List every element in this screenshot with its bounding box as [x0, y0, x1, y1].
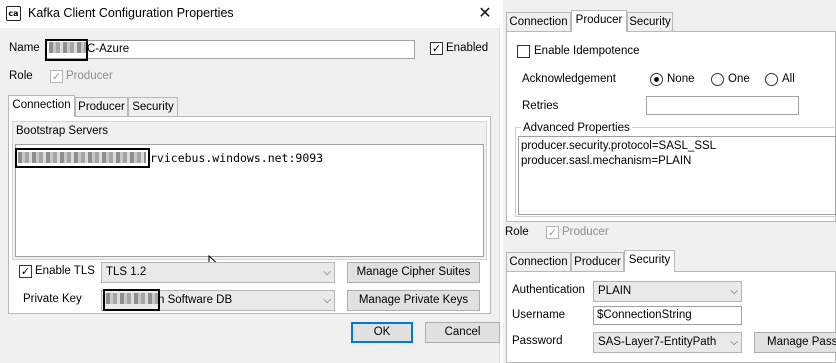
tab-connection[interactable]: Connection: [506, 12, 571, 32]
chevron-down-icon: ⌵: [323, 267, 331, 278]
password-select[interactable]: SAS-Layer7-EntityPath ⌵: [593, 332, 742, 353]
tab-producer[interactable]: Producer: [75, 97, 128, 117]
private-key-value: n Software DB: [158, 294, 233, 306]
enable-tls-label: Enable TLS: [35, 265, 95, 277]
enable-tls-checkbox[interactable]: ✓: [19, 265, 32, 278]
kafka-config-dialog: ca Kafka Client Configuration Properties…: [0, 0, 500, 363]
tls-version-select[interactable]: TLS 1.2 ⌵: [101, 262, 335, 283]
tab-security[interactable]: Security: [128, 97, 178, 117]
chevron-down-icon: ⌵: [730, 286, 738, 297]
tab-producer[interactable]: Producer: [571, 10, 627, 32]
tab-security[interactable]: Security: [627, 12, 673, 32]
tls-version-value: TLS 1.2: [106, 266, 147, 278]
auth-value: PLAIN: [598, 285, 632, 297]
tab-connection[interactable]: Connection: [506, 252, 571, 272]
idempotence-checkbox[interactable]: [517, 45, 530, 58]
name-value: C-Azure: [87, 43, 130, 55]
enabled-label: Enabled: [446, 42, 489, 54]
window-title: Kafka Client Configuration Properties: [28, 6, 234, 20]
name-label: Name: [9, 42, 40, 54]
ok-button[interactable]: OK: [351, 322, 413, 343]
password-value: SAS-Layer7-EntityPath: [598, 336, 717, 348]
producer-role-checkbox[interactable]: ✓: [546, 226, 559, 239]
bootstrap-group: Bootstrap Servers rvicebus.windows.net:9…: [12, 121, 487, 260]
cancel-button[interactable]: Cancel: [425, 322, 500, 343]
password-label: Password: [512, 335, 563, 347]
role-label: Role: [9, 70, 33, 82]
manage-passwords-button[interactable]: Manage Passw: [754, 332, 836, 353]
close-icon[interactable]: ✕: [473, 2, 497, 24]
username-input[interactable]: $ConnectionString: [593, 306, 742, 325]
advanced-line: producer.sasl.mechanism=PLAIN: [521, 155, 692, 167]
username-label: Username: [512, 309, 566, 321]
bootstrap-value: rvicebus.windows.net:9093: [150, 151, 324, 165]
ack-label: Acknowledgement: [522, 73, 616, 85]
advanced-line: producer.security.protocol=SASL_SSL: [521, 140, 717, 152]
ack-none-label: None: [667, 73, 695, 85]
app-icon: ca: [6, 6, 21, 21]
role-label: Role: [505, 226, 529, 238]
producer-panel: Enable Idempotence Acknowledgement None …: [506, 31, 836, 222]
chevron-down-icon: ⌵: [323, 295, 331, 306]
title-bar: ca Kafka Client Configuration Properties…: [0, 0, 500, 28]
idempotence-label: Enable Idempotence: [534, 45, 640, 57]
private-key-label: Private Key: [23, 293, 82, 305]
connection-panel: Bootstrap Servers rvicebus.windows.net:9…: [8, 116, 491, 314]
ack-one-label: One: [728, 73, 750, 85]
bootstrap-servers-textarea[interactable]: rvicebus.windows.net:9093: [15, 144, 484, 257]
producer-tab-fragment: Connection Producer Security Enable Idem…: [503, 0, 836, 222]
retries-label: Retries: [522, 100, 559, 112]
ack-none-radio[interactable]: [650, 73, 663, 86]
ack-all-radio[interactable]: [765, 73, 778, 86]
advanced-properties-label: Advanced Properties: [521, 122, 632, 134]
producer-role-checkbox[interactable]: ✓: [50, 70, 63, 83]
tab-connection[interactable]: Connection: [8, 95, 75, 117]
ack-all-label: All: [782, 73, 795, 85]
security-panel: Authentication PLAIN ⌵ Username $Connect…: [506, 271, 836, 363]
redaction-frame: [45, 39, 88, 61]
producer-role-label: Producer: [562, 226, 609, 238]
ack-one-radio[interactable]: [711, 73, 724, 86]
redaction-frame: [103, 289, 160, 311]
tab-security[interactable]: Security: [624, 250, 675, 272]
name-input[interactable]: C-Azure: [45, 40, 415, 59]
chevron-down-icon: ⌵: [730, 337, 738, 348]
redacted-host: [18, 152, 146, 163]
manage-cipher-suites-button[interactable]: Manage Cipher Suites: [347, 262, 480, 283]
bootstrap-label: Bootstrap Servers: [16, 125, 109, 137]
security-tab-fragment: Role ✓ Producer Connection Producer Secu…: [503, 222, 836, 363]
retries-input[interactable]: [646, 96, 799, 115]
auth-label: Authentication: [512, 284, 585, 296]
tab-producer[interactable]: Producer: [571, 252, 624, 272]
producer-role-label: Producer: [66, 70, 113, 82]
auth-select[interactable]: PLAIN ⌵: [593, 281, 742, 302]
manage-private-keys-button[interactable]: Manage Private Keys: [347, 290, 480, 311]
enabled-checkbox[interactable]: ✓: [430, 42, 443, 55]
advanced-properties-textarea[interactable]: producer.security.protocol=SASL_SSL prod…: [518, 136, 836, 215]
